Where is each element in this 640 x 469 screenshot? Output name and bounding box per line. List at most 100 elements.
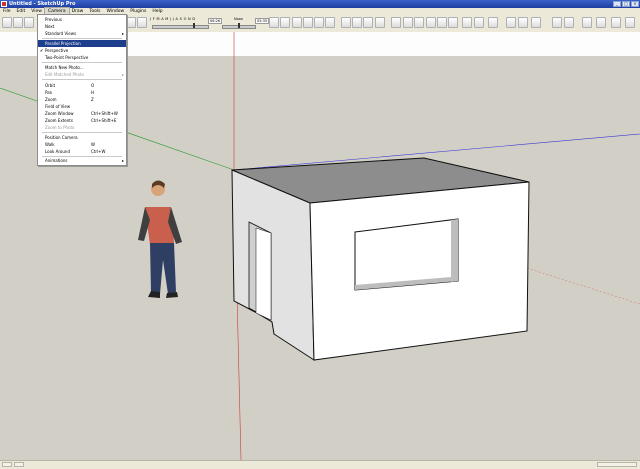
menu-item-match-new-photo[interactable]: Match New Photo...	[38, 64, 126, 71]
menu-item-position-camera[interactable]: Position Camera	[38, 134, 126, 141]
menu-item-edit-matched-photo-label: Edit Matched Photo	[45, 72, 84, 77]
menu-item-pan[interactable]: Pan H	[38, 89, 126, 96]
zoom-icon[interactable]	[292, 17, 302, 28]
title-bar: Untitled - SketchUp Pro _ □ ×	[0, 0, 640, 8]
menu-item-previous-label: Previous	[45, 17, 62, 22]
paint-icon[interactable]	[126, 17, 136, 28]
menu-item-orbit[interactable]: Orbit O	[38, 82, 126, 89]
close-button[interactable]: ×	[631, 1, 639, 7]
menu-item-edit-matched-photo: Edit Matched Photo ▸	[38, 71, 126, 78]
eraser-icon[interactable]	[24, 17, 34, 28]
menu-item-field-of-view-label: Field of View	[45, 104, 71, 109]
menu-separator	[42, 79, 122, 80]
shaded-style-icon[interactable]	[426, 17, 436, 28]
menu-item-field-of-view[interactable]: Field of View	[38, 103, 126, 110]
menu-item-next-label: Next	[45, 24, 55, 29]
shadow-icon[interactable]	[137, 17, 147, 28]
sandbox-scratch-icon[interactable]	[564, 17, 574, 28]
menu-edit[interactable]: Edit	[14, 8, 29, 15]
zoom-extents-icon[interactable]	[314, 17, 324, 28]
menu-item-look-around-label: Look Around	[45, 149, 70, 154]
look-around-icon[interactable]	[474, 17, 484, 28]
time-start: 06:26	[208, 18, 223, 24]
time-slider-thumb[interactable]	[238, 23, 240, 28]
geo-location-icon[interactable]	[2, 462, 12, 467]
date-slider-thumb[interactable]	[193, 23, 195, 28]
menu-item-match-new-photo-label: Match New Photo...	[45, 65, 84, 70]
time-end: 05:35	[255, 18, 270, 24]
window-reveal-right	[451, 219, 458, 282]
menu-separator	[42, 38, 122, 39]
menu-item-zoom-label: Zoom	[45, 97, 57, 102]
menu-item-walk-label: Walk	[45, 142, 55, 147]
sketchup-logo-icon	[1, 1, 7, 7]
pan-icon[interactable]	[280, 17, 290, 28]
menu-plugins[interactable]: Plugins	[127, 8, 149, 15]
top-view-icon[interactable]	[352, 17, 362, 28]
textured-style-icon[interactable]	[437, 17, 447, 28]
menu-item-zoom-to-photo-label: Zoom to Photo	[45, 125, 75, 130]
orbit-icon[interactable]	[269, 17, 279, 28]
menu-item-animations[interactable]: Animations ▸	[38, 157, 126, 164]
menu-item-standard-views-label: Standard Views	[45, 31, 77, 36]
maximize-button[interactable]: □	[622, 1, 630, 7]
sandbox-smoove-icon[interactable]	[582, 17, 592, 28]
date-slider[interactable]	[152, 25, 209, 29]
menu-item-zoom-window-label: Zoom Window	[45, 111, 74, 116]
minimize-button[interactable]: _	[613, 1, 621, 7]
window-title: Untitled - SketchUp Pro	[9, 1, 76, 7]
sandbox-stamp-icon[interactable]	[596, 17, 606, 28]
walk-icon[interactable]	[462, 17, 472, 28]
component-icon[interactable]	[13, 17, 23, 28]
menu-item-look-around[interactable]: Look Around Ctrl+W	[38, 148, 126, 155]
camera-menu-dropdown: Previous Next Standard Views ▸ Parallel P…	[37, 14, 127, 166]
submenu-arrow-icon: ▸	[121, 31, 124, 36]
menu-item-position-camera-label: Position Camera	[45, 135, 78, 140]
shortcut-label: Ctrl+W	[91, 149, 106, 154]
menu-item-standard-views[interactable]: Standard Views ▸	[38, 30, 126, 37]
shortcut-label: Ctrl+Shift+W	[91, 111, 118, 116]
menu-item-previous[interactable]: Previous	[38, 16, 126, 23]
menu-item-animations-label: Animations	[45, 158, 68, 163]
shadow-months: J F M A M J J A S O N D	[150, 17, 196, 21]
submenu-arrow-icon: ▸	[121, 72, 124, 77]
shortcut-label: W	[91, 142, 95, 147]
menu-file[interactable]: File	[0, 8, 14, 15]
house-icon[interactable]	[363, 17, 373, 28]
hidden-line-style-icon[interactable]	[414, 17, 424, 28]
shortcut-label: Ctrl+Shift+E	[91, 118, 117, 123]
menu-item-two-point-perspective[interactable]: Two-Point Perspective	[38, 54, 126, 61]
wireframe-style-icon[interactable]	[403, 17, 413, 28]
menu-help[interactable]: Help	[149, 8, 165, 15]
measurements-box[interactable]	[597, 462, 637, 467]
menu-item-perspective[interactable]: ✔ Perspective	[38, 47, 126, 54]
monochrome-style-icon[interactable]	[448, 17, 458, 28]
credits-icon[interactable]	[14, 462, 24, 467]
menu-separator	[42, 62, 122, 63]
position-camera-icon[interactable]	[488, 17, 498, 28]
section-display-icon[interactable]	[518, 17, 528, 28]
xray-style-icon[interactable]	[391, 17, 401, 28]
iso-view-icon[interactable]	[341, 17, 351, 28]
previous-view-icon[interactable]	[325, 17, 335, 28]
menu-item-zoom-to-photo: Zoom to Photo	[38, 124, 126, 131]
menu-item-parallel-projection[interactable]: Parallel Projection	[38, 40, 126, 47]
menu-item-next[interactable]: Next	[38, 23, 126, 30]
right-view-icon[interactable]	[375, 17, 385, 28]
menu-item-two-point-perspective-label: Two-Point Perspective	[45, 55, 89, 60]
section-plane-icon[interactable]	[506, 17, 516, 28]
sandbox-contour-icon[interactable]	[552, 17, 562, 28]
menu-item-zoom[interactable]: Zoom Z	[38, 96, 126, 103]
menu-item-walk[interactable]: Walk W	[38, 141, 126, 148]
section-cut-icon[interactable]	[531, 17, 541, 28]
sandbox-flip-icon[interactable]	[625, 17, 635, 28]
menu-item-zoom-extents[interactable]: Zoom Extents Ctrl+Shift+E	[38, 117, 126, 124]
door-jamb	[255, 227, 272, 321]
submenu-arrow-icon: ▸	[121, 158, 124, 163]
menu-separator	[42, 132, 122, 133]
zoom-window-icon[interactable]	[303, 17, 313, 28]
shortcut-label: Z	[91, 97, 94, 102]
sandbox-drape-icon[interactable]	[611, 17, 621, 28]
select-icon[interactable]	[2, 17, 12, 28]
menu-item-zoom-window[interactable]: Zoom Window Ctrl+Shift+W	[38, 110, 126, 117]
